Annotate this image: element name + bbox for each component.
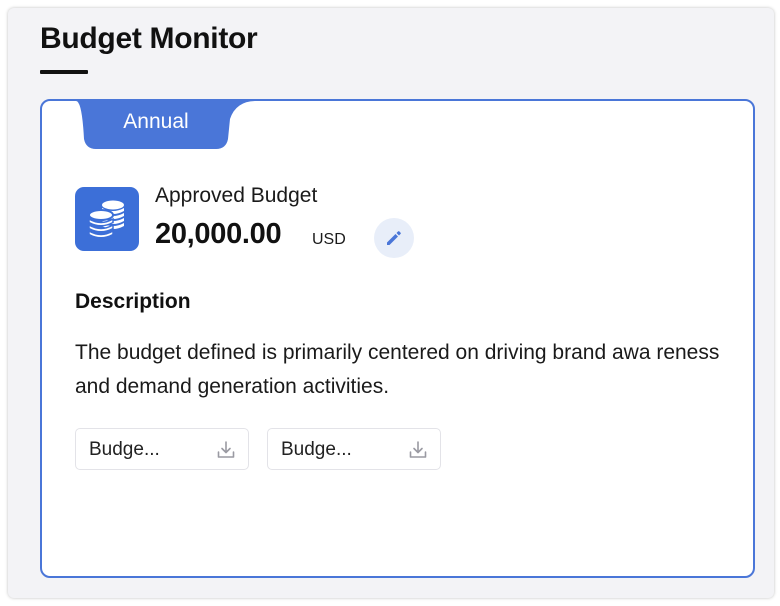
attachment-item[interactable]: Budge... — [267, 428, 441, 470]
download-icon[interactable] — [408, 440, 428, 460]
budget-amount: 20,000.00 — [155, 218, 282, 250]
download-icon[interactable] — [216, 440, 236, 460]
page-title: Budget Monitor — [40, 22, 258, 55]
pencil-icon — [387, 231, 401, 245]
edit-budget-button[interactable] — [374, 218, 414, 258]
attachment-name: Budge... — [281, 439, 352, 460]
budget-currency: USD — [312, 231, 346, 248]
attachment-name: Budge... — [89, 439, 160, 460]
title-underline — [40, 70, 88, 74]
approved-budget-label: Approved Budget — [155, 184, 318, 207]
attachment-item[interactable]: Budge... — [75, 428, 249, 470]
coins-stack-icon — [75, 187, 139, 251]
description-text: The budget defined is primarily centered… — [75, 341, 720, 398]
tab-annual[interactable]: Annual — [88, 110, 224, 134]
description-heading: Description — [75, 290, 191, 313]
